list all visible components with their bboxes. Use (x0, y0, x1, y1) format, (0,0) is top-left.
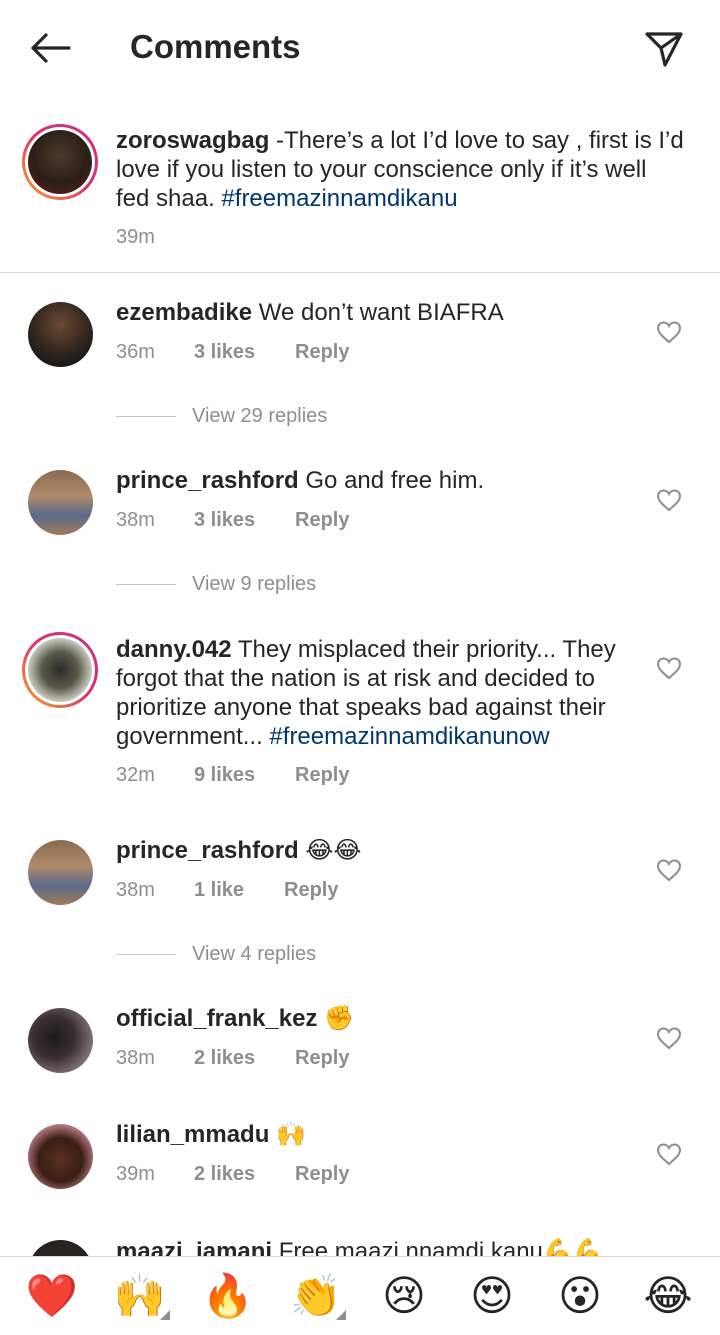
avatar[interactable] (28, 1008, 93, 1073)
likes-count[interactable]: 3 likes (194, 341, 295, 364)
view-replies-button[interactable]: View 29 replies (116, 405, 327, 428)
avatar[interactable] (28, 470, 93, 535)
timestamp: 38m (116, 879, 155, 901)
paper-plane-icon (645, 32, 683, 67)
skin-tone-indicator (336, 1310, 346, 1320)
timestamp: 38m (116, 509, 155, 531)
timestamp: 39m (116, 226, 155, 248)
comment-meta: 32m 9 likes Reply (116, 764, 349, 787)
view-replies-button[interactable]: View 4 replies (116, 943, 316, 966)
comment-row-partial: maazi_iamani Free maazi nnamdi kanu💪💪 (0, 1232, 720, 1256)
comment-meta: 38m 1 like Reply (116, 879, 338, 902)
arrow-left-icon (31, 33, 71, 63)
heart-icon[interactable] (656, 1026, 682, 1050)
reaction-joy[interactable]: 😂 (638, 1266, 698, 1326)
comment-username[interactable]: danny.042 (116, 636, 232, 663)
back-button[interactable] (26, 26, 74, 70)
heart-icon[interactable] (656, 320, 682, 344)
skin-tone-indicator (160, 1310, 170, 1320)
avatar[interactable] (28, 302, 93, 367)
comment-username[interactable]: maazi_iamani (116, 1238, 272, 1256)
comment-username[interactable]: ezembadike (116, 299, 252, 326)
likes-count[interactable]: 2 likes (194, 1163, 295, 1186)
comment-username[interactable]: official_frank_kez (116, 1005, 317, 1032)
comment-text: ezembadike We don’t want BIAFRA (116, 299, 504, 326)
reaction-crying-face[interactable]: 😢 (374, 1266, 434, 1326)
comment-meta: 39m 2 likes Reply (116, 1163, 349, 1186)
comment-text: prince_rashford 😂😂 (116, 837, 362, 864)
timestamp: 38m (116, 1047, 155, 1069)
comment-text: official_frank_kez ✊ (116, 1005, 354, 1032)
timestamp: 39m (116, 1163, 155, 1185)
comment-meta: 38m 2 likes Reply (116, 1047, 349, 1070)
comment-text: lilian_mmadu 🙌 (116, 1121, 306, 1148)
heart-icon[interactable] (656, 656, 682, 680)
reaction-heart-eyes[interactable]: 😍 (462, 1266, 522, 1326)
reply-button[interactable]: Reply (295, 764, 349, 787)
reaction-heart[interactable]: ❤️ (22, 1266, 82, 1326)
comment-meta: 38m 3 likes Reply (116, 509, 349, 532)
heart-icon[interactable] (656, 858, 682, 882)
likes-count[interactable]: 1 like (194, 879, 284, 902)
caption-meta: 39m (116, 226, 155, 249)
likes-count[interactable]: 3 likes (194, 509, 295, 532)
comment-text: danny.042 They misplaced their priority.… (116, 636, 616, 750)
reply-button[interactable]: Reply (284, 879, 338, 902)
header-bar: Comments (0, 0, 720, 98)
heart-icon[interactable] (656, 488, 682, 512)
reply-button[interactable]: Reply (295, 509, 349, 532)
hashtag-link[interactable]: #freemazinnamdikanunow (269, 723, 549, 750)
reply-button[interactable]: Reply (295, 341, 349, 364)
view-replies-button[interactable]: View 9 replies (116, 573, 316, 596)
likes-count[interactable]: 2 likes (194, 1047, 295, 1070)
quick-reactions-bar: ❤️ 🙌 🔥 👏 😢 😍 😮 😂 (0, 1256, 720, 1335)
comment-text: prince_rashford Go and free him. (116, 467, 485, 494)
heart-icon[interactable] (656, 1142, 682, 1166)
caption-text: zoroswagbag -There’s a lot I’d love to s… (116, 127, 684, 212)
post-caption: zoroswagbag -There’s a lot I’d love to s… (0, 108, 720, 273)
likes-count[interactable]: 9 likes (194, 764, 295, 787)
avatar[interactable] (28, 840, 93, 905)
timestamp: 36m (116, 341, 155, 363)
reaction-surprised-face[interactable]: 😮 (550, 1266, 610, 1326)
caption-username[interactable]: zoroswagbag (116, 127, 269, 154)
avatar[interactable] (28, 1240, 93, 1256)
reaction-fire[interactable]: 🔥 (198, 1266, 258, 1326)
comment-username[interactable]: lilian_mmadu (116, 1121, 269, 1148)
page-title: Comments (130, 28, 301, 65)
reaction-clapping-hands[interactable]: 👏 (286, 1266, 346, 1326)
comment-username[interactable]: prince_rashford (116, 837, 299, 864)
comment-meta: 36m 3 likes Reply (116, 341, 349, 364)
timestamp: 32m (116, 764, 155, 786)
hashtag-link[interactable]: #freemazinnamdikanu (221, 185, 457, 212)
comment-username[interactable]: prince_rashford (116, 467, 299, 494)
reply-button[interactable]: Reply (295, 1047, 349, 1070)
reply-button[interactable]: Reply (295, 1163, 349, 1186)
avatar[interactable] (22, 124, 98, 200)
reaction-raising-hands[interactable]: 🙌 (110, 1266, 170, 1326)
avatar[interactable] (22, 632, 98, 708)
share-button[interactable] (640, 26, 688, 72)
comment-text: maazi_iamani Free maazi nnamdi kanu💪💪 (116, 1237, 676, 1256)
avatar[interactable] (28, 1124, 93, 1189)
